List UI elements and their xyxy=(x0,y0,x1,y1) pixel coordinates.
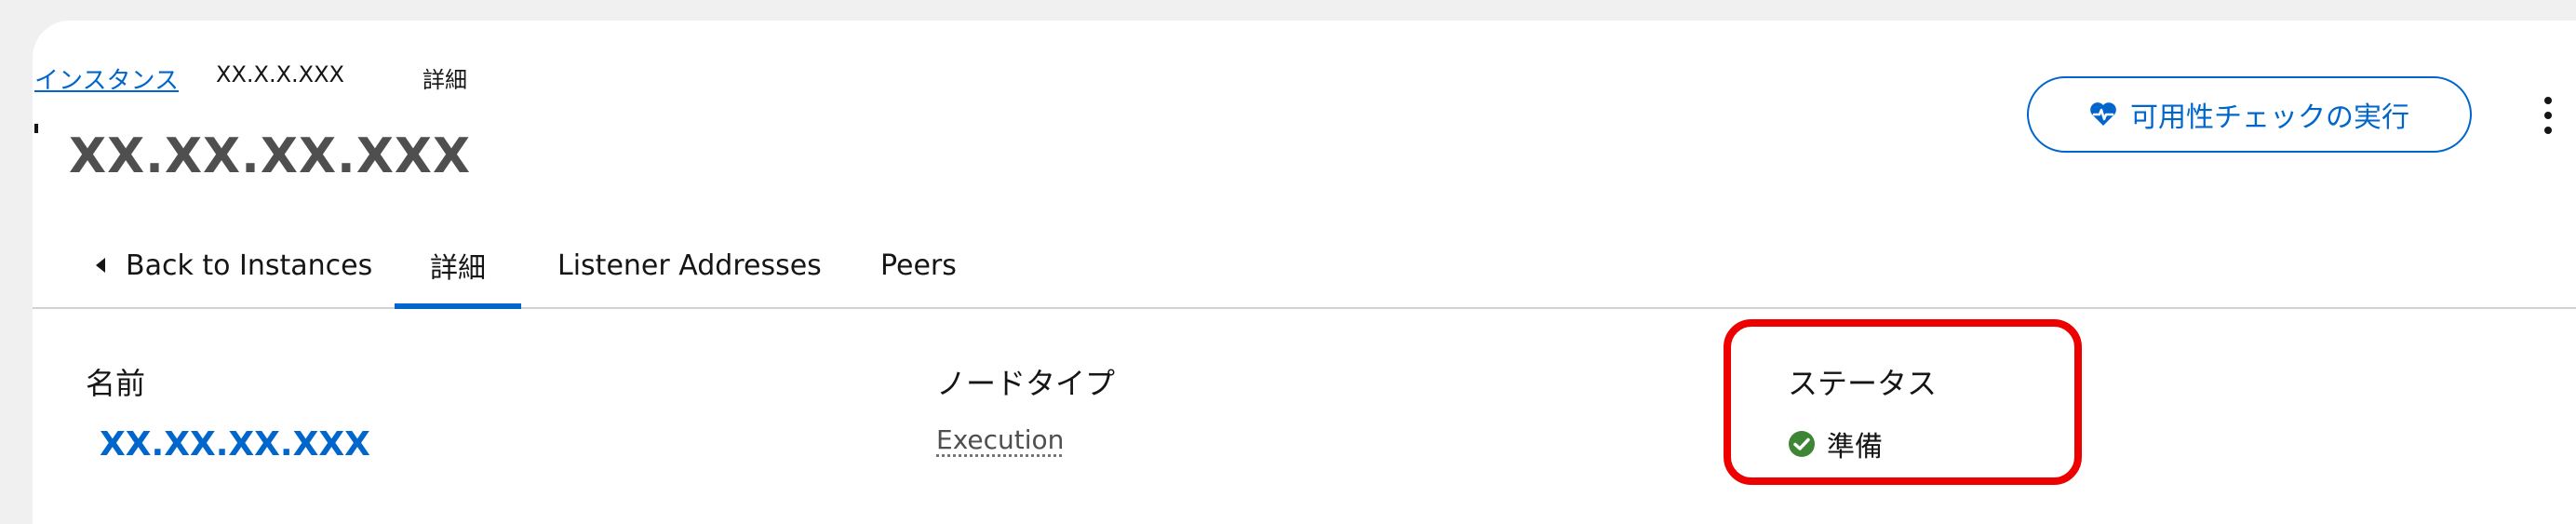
tab-peers-label: Peers xyxy=(880,249,957,282)
status-highlight-box xyxy=(1724,319,2082,485)
tab-bar: Back to Instances 詳細 Listener Addresses … xyxy=(33,223,2576,309)
breadcrumb-instance-item: XX.X.X.XXX xyxy=(216,61,344,87)
tab-peers[interactable]: Peers xyxy=(880,223,957,307)
caret-left-icon xyxy=(96,258,105,273)
breadcrumb-current-item: 詳細 xyxy=(423,67,467,93)
node-type-label: ノードタイプ xyxy=(936,366,1116,401)
tab-details-label: 詳細 xyxy=(430,252,486,285)
tab-back-to-instances[interactable]: Back to Instances xyxy=(96,223,372,307)
name-value-link[interactable]: XX.XX.XX.XXX xyxy=(100,425,370,464)
name-label: 名前 xyxy=(86,366,146,401)
decorative-tick xyxy=(34,124,38,133)
page-title: XX.XX.XX.XXX xyxy=(69,128,472,184)
node-type-value[interactable]: Execution xyxy=(936,424,1064,455)
tab-listener-label: Listener Addresses xyxy=(557,249,822,282)
run-health-check-label: 可用性チェックの実行 xyxy=(2130,102,2409,133)
breadcrumb-instances-link[interactable]: インスタンス xyxy=(34,61,179,96)
tab-details[interactable]: 詳細 xyxy=(395,223,521,309)
run-health-check-button[interactable]: 可用性チェックの実行 xyxy=(2027,76,2472,153)
tab-back-label: Back to Instances xyxy=(126,249,373,282)
tab-listener-addresses[interactable]: Listener Addresses xyxy=(557,223,822,307)
heartbeat-icon xyxy=(2090,102,2116,126)
app-root: インスタンス XX.X.X.XXX 詳細 XX.XX.XX.XXX 可用性チェッ… xyxy=(0,0,2576,524)
kebab-menu-icon[interactable] xyxy=(2539,97,2557,134)
